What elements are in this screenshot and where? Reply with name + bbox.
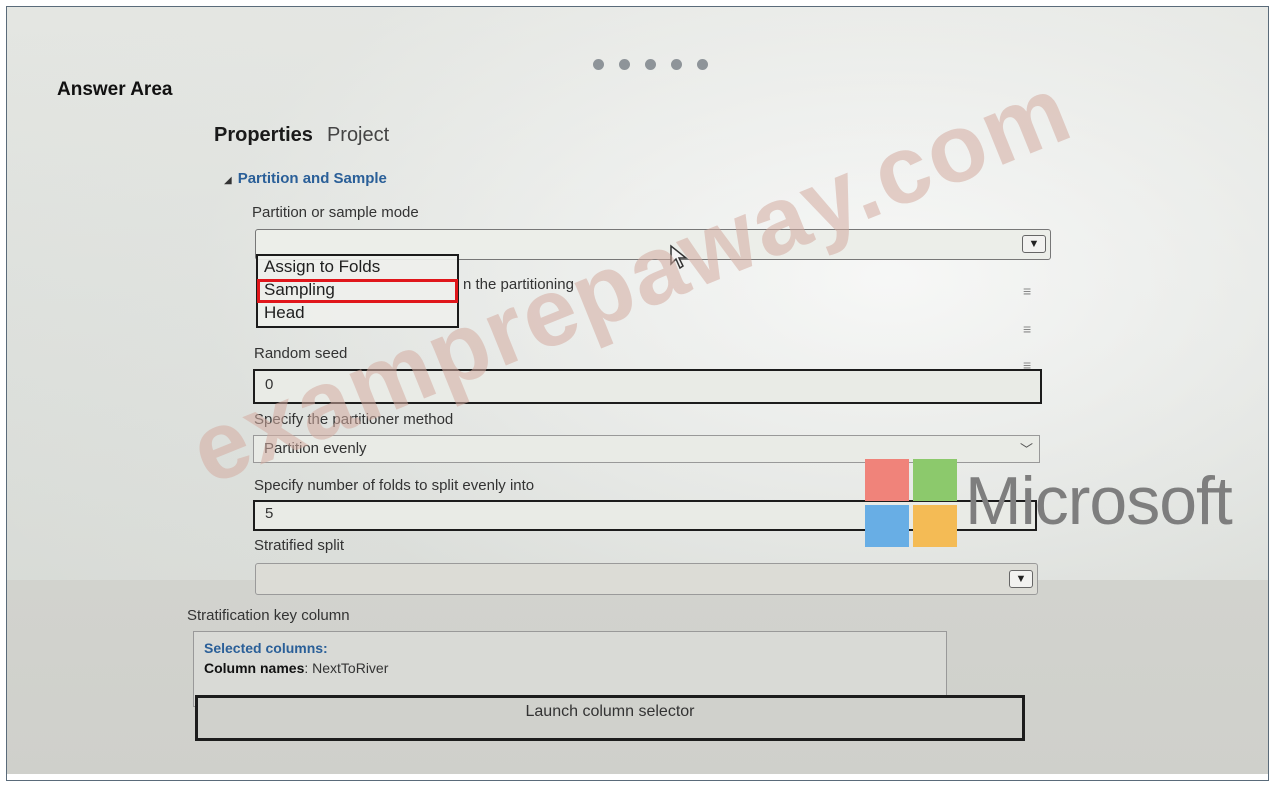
dot [645,59,656,70]
ms-square-blue [865,505,909,547]
bottom-strip [7,774,1268,780]
ms-square-green [913,459,957,501]
collapse-caret-icon[interactable]: ◢ [224,175,232,186]
dropdown-arrow-icon[interactable]: ▼ [1022,235,1046,253]
tab-project[interactable]: Project [327,124,389,147]
stratification-key-label: Stratification key column [187,607,350,624]
num-folds-label: Specify number of folds to split evenly … [254,477,535,494]
answer-area-title: Answer Area [57,79,173,100]
drag-handle-icon[interactable]: ≡ [1023,284,1041,298]
column-names-label: Column names [204,660,305,676]
option-head[interactable]: Head [264,303,305,323]
section-title: Partition and Sample [237,170,387,187]
drag-handle-icon[interactable]: ≡ [1023,322,1041,336]
sampling-highlight-box [257,279,458,303]
microsoft-wordmark: Microsoft [965,463,1233,539]
stratified-split-label: Stratified split [254,537,345,554]
loading-dots [593,59,708,70]
selected-columns-label: Selected columns: [204,640,328,656]
chevron-down-icon[interactable]: ﹀ [1020,439,1033,458]
screenshot-frame: Answer Area Properties Project ◢ Partitio… [6,6,1269,781]
dot [697,59,708,70]
partition-mode-label: Partition or sample mode [252,204,419,221]
section-header[interactable]: ◢ Partition and Sample [224,170,387,187]
tab-properties[interactable]: Properties [214,124,313,147]
dropdown-arrow-icon[interactable]: ▼ [1009,570,1033,588]
ms-square-red [865,459,909,501]
column-names-line: Column names: NextToRiver [204,660,936,676]
dot [593,59,604,70]
microsoft-logo [865,459,959,549]
option-assign-to-folds[interactable]: Assign to Folds [264,257,380,277]
dot [619,59,630,70]
launch-column-selector-button[interactable]: Launch column selector [195,695,1025,741]
tab-bar: Properties Project [214,124,389,147]
dot [671,59,682,70]
column-names-value: : NextToRiver [304,660,389,676]
stratified-split-select[interactable]: ▼ [255,563,1038,595]
ms-square-yellow [913,505,957,547]
